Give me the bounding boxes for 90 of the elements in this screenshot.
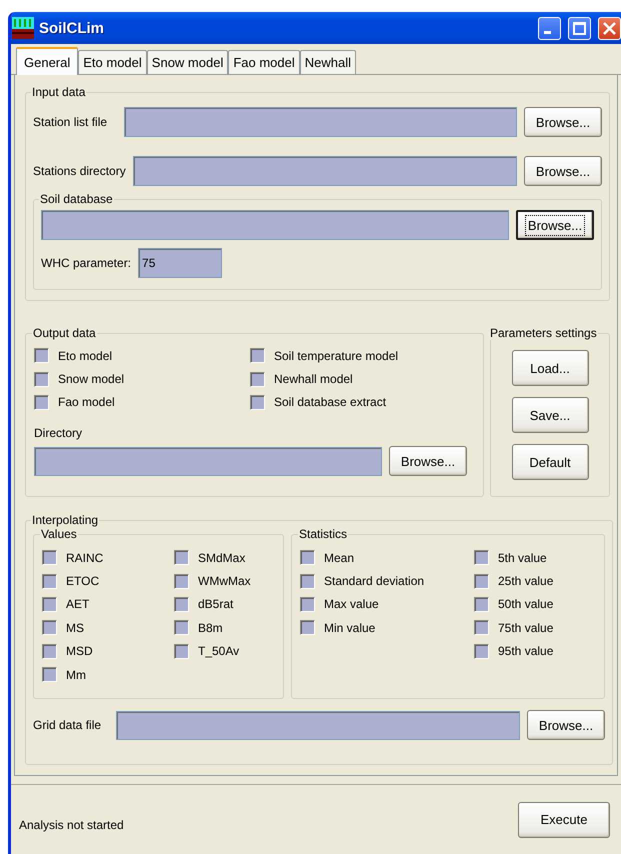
text-field[interactable] bbox=[124, 107, 517, 137]
checkbox[interactable] bbox=[474, 620, 489, 636]
group-title: Values bbox=[41, 527, 77, 541]
checkbox[interactable] bbox=[34, 394, 49, 410]
checkbox[interactable] bbox=[174, 574, 189, 589]
checkbox-label: WMwMax bbox=[198, 574, 251, 588]
checkbox[interactable] bbox=[34, 372, 49, 387]
checkbox[interactable] bbox=[250, 372, 265, 387]
checkbox-label: Soil temperature model bbox=[274, 348, 398, 363]
button[interactable]: Load... bbox=[512, 350, 588, 386]
tab[interactable]: Eto model bbox=[78, 50, 147, 74]
checkbox-label: Fao model bbox=[58, 395, 115, 410]
status-text: Analysis not started bbox=[19, 818, 124, 832]
checkbox-label: MS bbox=[66, 620, 84, 635]
checkbox[interactable] bbox=[474, 574, 489, 589]
text-field[interactable] bbox=[116, 710, 520, 740]
execute-button[interactable]: Execute bbox=[518, 802, 610, 838]
checkbox-label: 75th value bbox=[498, 620, 554, 635]
checkbox[interactable] bbox=[174, 620, 189, 636]
checkbox[interactable] bbox=[250, 394, 265, 410]
checkbox-label: MSD bbox=[66, 644, 93, 658]
group-title: Output data bbox=[33, 326, 96, 340]
app-icon bbox=[12, 17, 34, 39]
field-label: Directory bbox=[34, 426, 82, 440]
field-label: Grid data file bbox=[33, 718, 102, 732]
checkbox-label: Standard deviation bbox=[324, 574, 424, 588]
checkbox-label: B8m bbox=[198, 620, 223, 635]
field-label: Station list file bbox=[33, 115, 108, 129]
tab[interactable]: Fao model bbox=[228, 50, 300, 74]
minimize-icon[interactable] bbox=[538, 16, 563, 40]
group-title: Parameters settings bbox=[490, 326, 597, 340]
checkbox[interactable] bbox=[300, 550, 315, 566]
checkbox-label: ETOC bbox=[66, 574, 100, 588]
checkbox-label: AET bbox=[66, 597, 90, 612]
checkbox[interactable] bbox=[34, 348, 49, 364]
text-field[interactable] bbox=[34, 446, 382, 476]
checkbox[interactable] bbox=[174, 596, 189, 612]
window-title: SoilCLim bbox=[39, 20, 106, 36]
browse-button[interactable]: Browse... bbox=[524, 156, 602, 186]
checkbox[interactable] bbox=[42, 574, 57, 589]
checkbox-label: Mm bbox=[66, 668, 86, 682]
checkbox[interactable] bbox=[42, 620, 57, 636]
checkbox-label: Eto model bbox=[58, 348, 112, 363]
tab[interactable]: Snow model bbox=[146, 50, 228, 74]
close-icon[interactable] bbox=[598, 16, 621, 40]
checkbox-label: dB5rat bbox=[198, 597, 234, 612]
text-field[interactable] bbox=[132, 156, 517, 186]
checkbox-label: Max value bbox=[324, 597, 379, 612]
field-label: WHC parameter: bbox=[41, 256, 132, 270]
browse-button[interactable]: Browse... bbox=[516, 210, 594, 240]
browse-button[interactable]: Browse... bbox=[527, 710, 605, 740]
checkbox[interactable] bbox=[300, 574, 315, 589]
group-title: Statistics bbox=[299, 527, 348, 541]
button[interactable]: Save... bbox=[512, 397, 588, 433]
checkbox-label: 95th value bbox=[498, 644, 554, 658]
checkbox[interactable] bbox=[300, 596, 315, 612]
checkbox[interactable] bbox=[42, 644, 57, 659]
checkbox-label: SMdMax bbox=[198, 550, 246, 565]
checkbox[interactable] bbox=[174, 550, 189, 566]
checkbox-label: T_50Av bbox=[198, 644, 240, 658]
checkbox[interactable] bbox=[300, 620, 315, 636]
checkbox-label: Snow model bbox=[58, 372, 124, 386]
group-title: Interpolating bbox=[32, 513, 98, 527]
checkbox[interactable] bbox=[42, 550, 57, 566]
checkbox-label: RAINC bbox=[66, 550, 104, 565]
button[interactable]: Default bbox=[512, 444, 588, 480]
checkbox[interactable] bbox=[250, 348, 265, 364]
checkbox[interactable] bbox=[42, 596, 57, 612]
checkbox[interactable] bbox=[42, 667, 57, 682]
checkbox-label: 25th value bbox=[498, 574, 554, 588]
checkbox[interactable] bbox=[474, 644, 489, 659]
text-field[interactable]: 75 bbox=[138, 248, 222, 278]
tab[interactable]: General bbox=[16, 47, 78, 75]
maximize-icon[interactable] bbox=[568, 16, 593, 40]
checkbox[interactable] bbox=[474, 596, 489, 612]
browse-button[interactable]: Browse... bbox=[389, 446, 467, 476]
text-field[interactable] bbox=[41, 210, 509, 240]
checkbox-label: Newhall model bbox=[274, 372, 353, 386]
group-title: Input data bbox=[32, 85, 86, 99]
tab[interactable]: Newhall bbox=[300, 50, 356, 74]
checkbox-label: 50th value bbox=[498, 597, 554, 612]
checkbox-label: Min value bbox=[324, 620, 376, 635]
checkbox[interactable] bbox=[174, 644, 189, 659]
checkbox-label: Mean bbox=[324, 550, 354, 565]
field-label: Stations directory bbox=[33, 164, 126, 178]
checkbox[interactable] bbox=[474, 550, 489, 566]
checkbox-label: 5th value bbox=[498, 550, 547, 565]
browse-button[interactable]: Browse... bbox=[524, 107, 602, 137]
checkbox-label: Soil database extract bbox=[274, 395, 386, 410]
group-title: Soil database bbox=[40, 192, 113, 206]
